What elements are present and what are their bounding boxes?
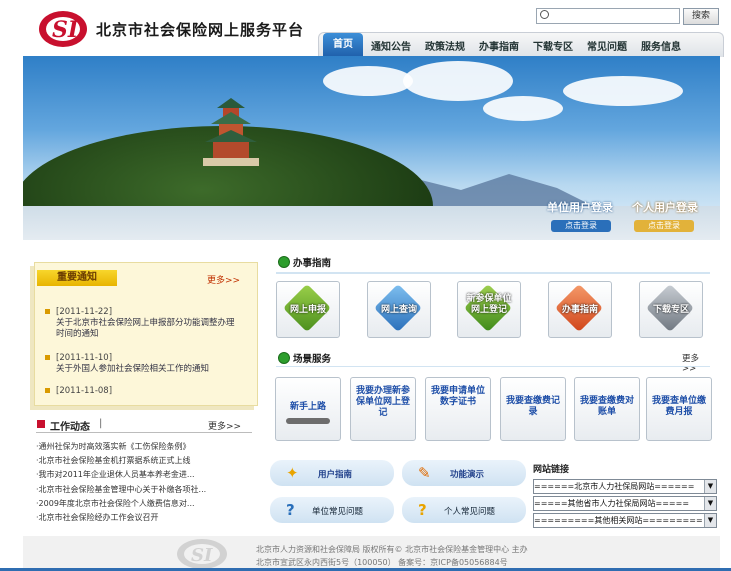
pagoda-illustration <box>203 98 259 166</box>
notice-item[interactable]: [2011-11-08] <box>45 386 245 397</box>
guide-title: 办事指南 <box>293 258 332 269</box>
nav-item-faq[interactable]: 常见问题 <box>587 38 627 53</box>
link-select-related[interactable]: =========其他相关网站========= ▼ <box>533 513 717 528</box>
news-item[interactable]: ·北京市社会保险经办工作会议召开 <box>36 512 159 523</box>
news-item[interactable]: ·我市对2011年企业退休人员基本养老金进... <box>36 469 195 480</box>
scene-new-unit-register[interactable]: 我要办理新参保单位网上登记 <box>350 377 416 441</box>
nav-item-home[interactable]: 首页 <box>323 33 363 57</box>
notice-item[interactable]: [2011-11-10] 关于外国人参加社会保险相关工作的通知 <box>45 353 245 375</box>
site-title: 北京市社会保险网上服务平台 <box>96 21 305 39</box>
news-item[interactable]: ·北京市社会保险基金机打票据系统正式上线 <box>36 455 191 466</box>
news-item[interactable]: ·北京市社会保险基金管理中心关于补缴各项社... <box>36 484 206 495</box>
bullet-icon <box>45 355 50 360</box>
scene-section-icon <box>278 352 290 364</box>
news-item[interactable]: ·2009年度北京市社会保险个人缴费信息对... <box>36 498 195 509</box>
divider <box>276 272 710 274</box>
nav-item-downloads[interactable]: 下载专区 <box>533 38 573 53</box>
dropdown-arrow-icon: ▼ <box>704 480 716 493</box>
tile-online-query[interactable]: 网上查询 <box>367 281 431 338</box>
nav-item-guide[interactable]: 办事指南 <box>479 38 519 53</box>
main-nav: 首页 通知公告 政策法规 办事指南 下载专区 常见问题 服务信息 <box>318 32 724 57</box>
news-header: 工作动态 | 更多>> <box>36 418 252 433</box>
link-select-beijing[interactable]: ======北京市人力社保局网站====== ▼ <box>533 479 717 494</box>
tile-online-declare[interactable]: 网上申报 <box>276 281 340 338</box>
demo-button[interactable]: ✎ 功能演示 <box>402 460 526 486</box>
person-login-link[interactable]: 个人用户登录 <box>632 199 698 214</box>
notice-title: 重要通知 <box>37 270 117 286</box>
divider <box>276 366 710 367</box>
news-icon <box>37 420 45 428</box>
banner-image <box>23 56 720 240</box>
footer-address: 北京市宣武区永内西街5号（100050） 备案号：京ICP备05056884号 <box>256 558 508 567</box>
bullet-icon <box>45 309 50 314</box>
tile-new-unit-register[interactable]: 新参保单位网上登记 <box>457 281 521 338</box>
pencil-icon: ✎ <box>418 464 431 482</box>
dropdown-arrow-icon: ▼ <box>704 497 716 510</box>
tile-guide[interactable]: 办事指南 <box>548 281 612 338</box>
links-title: 网站链接 <box>533 465 570 475</box>
footer-copyright: 北京市人力资源和社会保障局 版权所有© 北京市社会保险基金管理中心 主办 <box>256 545 528 554</box>
scene-more-link[interactable]: 更多>> <box>682 352 711 374</box>
user-guide-button[interactable]: ✦ 用户指南 <box>270 460 394 486</box>
tile-downloads[interactable]: 下载专区 <box>639 281 703 338</box>
scene-newbie[interactable]: 新手上路 <box>275 377 341 441</box>
scene-payment-record[interactable]: 我要查缴费记录 <box>500 377 566 441</box>
footer: SI 北京市人力资源和社会保障局 版权所有© 北京市社会保险基金管理中心 主办 … <box>23 536 720 571</box>
scene-digital-cert[interactable]: 我要申请单位数字证书 <box>425 377 491 441</box>
scene-unit-monthly-report[interactable]: 我要查单位缴费月报 <box>646 377 712 441</box>
footer-logo-lettering: SI <box>191 545 213 566</box>
corp-faq-button[interactable]: ? 单位常见问题 <box>270 497 394 523</box>
footer-logo: SI <box>177 539 227 569</box>
corp-login-button[interactable]: 点击登录 <box>551 220 611 232</box>
search-input[interactable] <box>536 8 680 24</box>
guide-header: 办事指南 <box>278 255 478 269</box>
corp-login-link[interactable]: 单位用户登录 <box>547 199 613 214</box>
notice-more-link[interactable]: 更多>> <box>207 273 240 286</box>
news-title: 工作动态 <box>50 422 90 433</box>
notice-panel: 重要通知 更多>> [2011-11-22] 关于北京市社会保险网上申报部分功能… <box>34 262 258 406</box>
scene-header: 场景服务 更多>> <box>278 351 711 374</box>
scene-title: 场景服务 <box>293 354 332 365</box>
link-select-other-provinces[interactable]: =====其他省市人力社保局网站===== ▼ <box>533 496 717 511</box>
nav-item-service-info[interactable]: 服务信息 <box>641 38 681 53</box>
notice-item[interactable]: [2011-11-22] 关于北京市社会保险网上申报部分功能调整办理时间的通知 <box>45 307 245 340</box>
site-logo[interactable]: SI <box>38 10 88 48</box>
search-button[interactable]: 搜索 <box>683 8 719 25</box>
news-separator: | <box>99 418 103 429</box>
person-faq-button[interactable]: ? 个人常见问题 <box>402 497 526 523</box>
search-icon <box>540 10 549 19</box>
news-more-link[interactable]: 更多>> <box>208 419 241 432</box>
news-item[interactable]: ·通州社保为时高效落实新《工伤保险条例》 <box>36 441 191 452</box>
logo-lettering: SI <box>52 17 79 43</box>
bullet-icon <box>45 388 50 393</box>
guide-section-icon <box>278 256 290 268</box>
scene-payment-statement[interactable]: 我要查缴费对账单 <box>574 377 640 441</box>
nav-item-policies[interactable]: 政策法规 <box>425 38 465 53</box>
question-icon: ? <box>286 501 295 519</box>
question-icon: ? <box>418 501 427 519</box>
dropdown-arrow-icon: ▼ <box>704 514 716 527</box>
star-icon: ✦ <box>286 464 299 482</box>
nav-item-notices[interactable]: 通知公告 <box>371 38 411 53</box>
person-login-button[interactable]: 点击登录 <box>634 220 694 232</box>
